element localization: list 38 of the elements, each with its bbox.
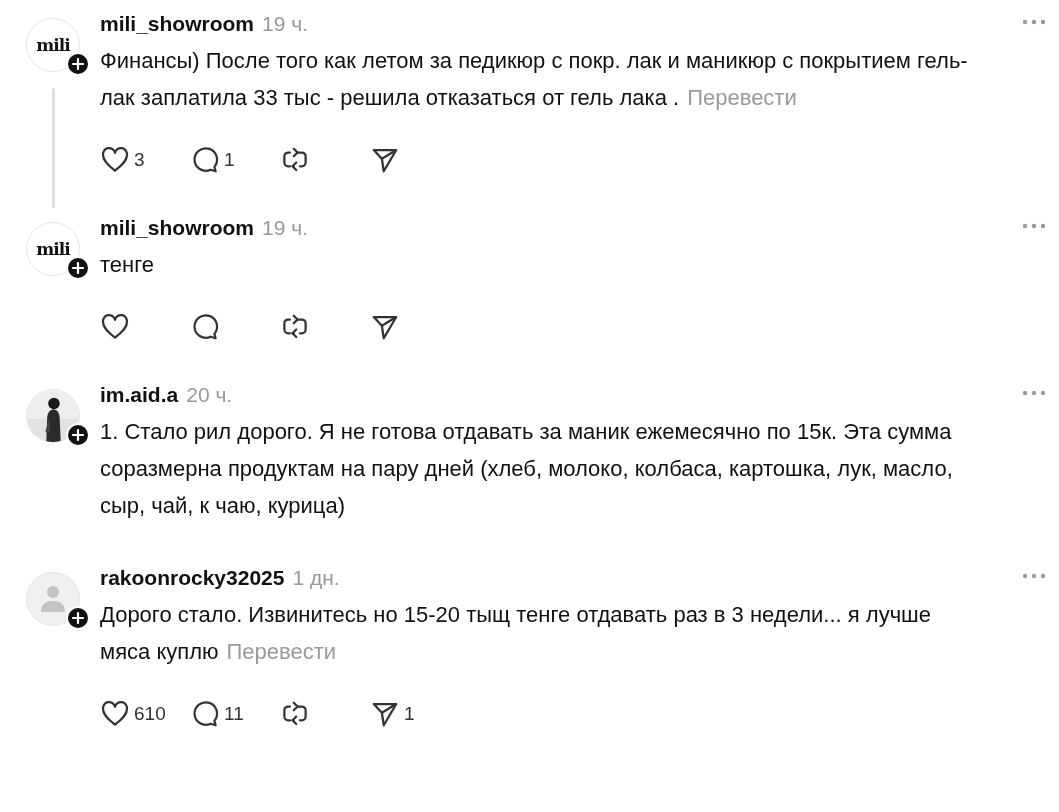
more-icon[interactable] xyxy=(1021,572,1047,580)
follow-plus-icon[interactable] xyxy=(66,423,90,447)
username[interactable]: im.aid.a xyxy=(100,383,179,407)
speech-bubble-icon xyxy=(190,145,220,175)
reply-button[interactable]: 11 xyxy=(190,699,280,729)
like-button[interactable]: 610 xyxy=(100,699,190,729)
heart-icon xyxy=(100,145,130,175)
follow-plus-icon[interactable] xyxy=(66,256,90,280)
comment-text: Дорого стало. Извинитесь но 15-20 тыщ тенге отдавать раз в 3 недели... я лучше мяса куплю Перевести xyxy=(100,601,932,666)
more-icon[interactable] xyxy=(1021,389,1047,397)
speech-bubble-icon xyxy=(190,312,220,342)
timestamp: 19 ч. xyxy=(262,12,308,36)
follow-plus-icon[interactable] xyxy=(66,52,90,76)
more-icon[interactable] xyxy=(1021,18,1047,26)
username[interactable]: rakoonrocky32025 xyxy=(100,566,285,590)
follow-plus-icon[interactable] xyxy=(66,606,90,630)
avatar[interactable]: mili xyxy=(26,222,80,276)
timestamp: 1 дн. xyxy=(292,566,340,590)
heart-icon xyxy=(100,699,130,729)
avatar[interactable]: mili xyxy=(26,18,80,72)
avatar[interactable] xyxy=(26,572,80,626)
avatar[interactable] xyxy=(26,389,80,443)
avatar-logo: mili xyxy=(36,239,70,259)
like-button[interactable]: 3 xyxy=(100,145,190,175)
reply-button[interactable]: 1 xyxy=(190,145,280,175)
person-icon xyxy=(40,584,66,614)
username[interactable]: mili_showroom xyxy=(100,12,255,36)
heart-icon xyxy=(100,312,130,342)
username[interactable]: mili_showroom xyxy=(100,216,255,240)
share-button[interactable]: 1 xyxy=(370,699,460,729)
more-icon[interactable] xyxy=(1021,222,1047,230)
speech-bubble-icon xyxy=(190,699,220,729)
timestamp: 19 ч. xyxy=(262,216,308,240)
comment-text: Финансы) После того как летом за педикюр с покр. лак и маникюр с покрытием гель-лак заплатила 33 тыс - решила отказаться от гель лака . Перевести xyxy=(100,47,969,112)
comment-text: 1. Стало рил дорого. Я не готова отдавать за маник ежемесячно по 15к. Эта сумма соразмерна продуктам на пару дней (хлеб, молоко, колбаса, картошка, лук, масло, сыр, чай, к чаю, курица) xyxy=(100,418,954,520)
avatar-logo: mili xyxy=(36,35,70,55)
timestamp: 20 ч. xyxy=(186,383,233,407)
comment-text: тенге xyxy=(100,251,155,279)
